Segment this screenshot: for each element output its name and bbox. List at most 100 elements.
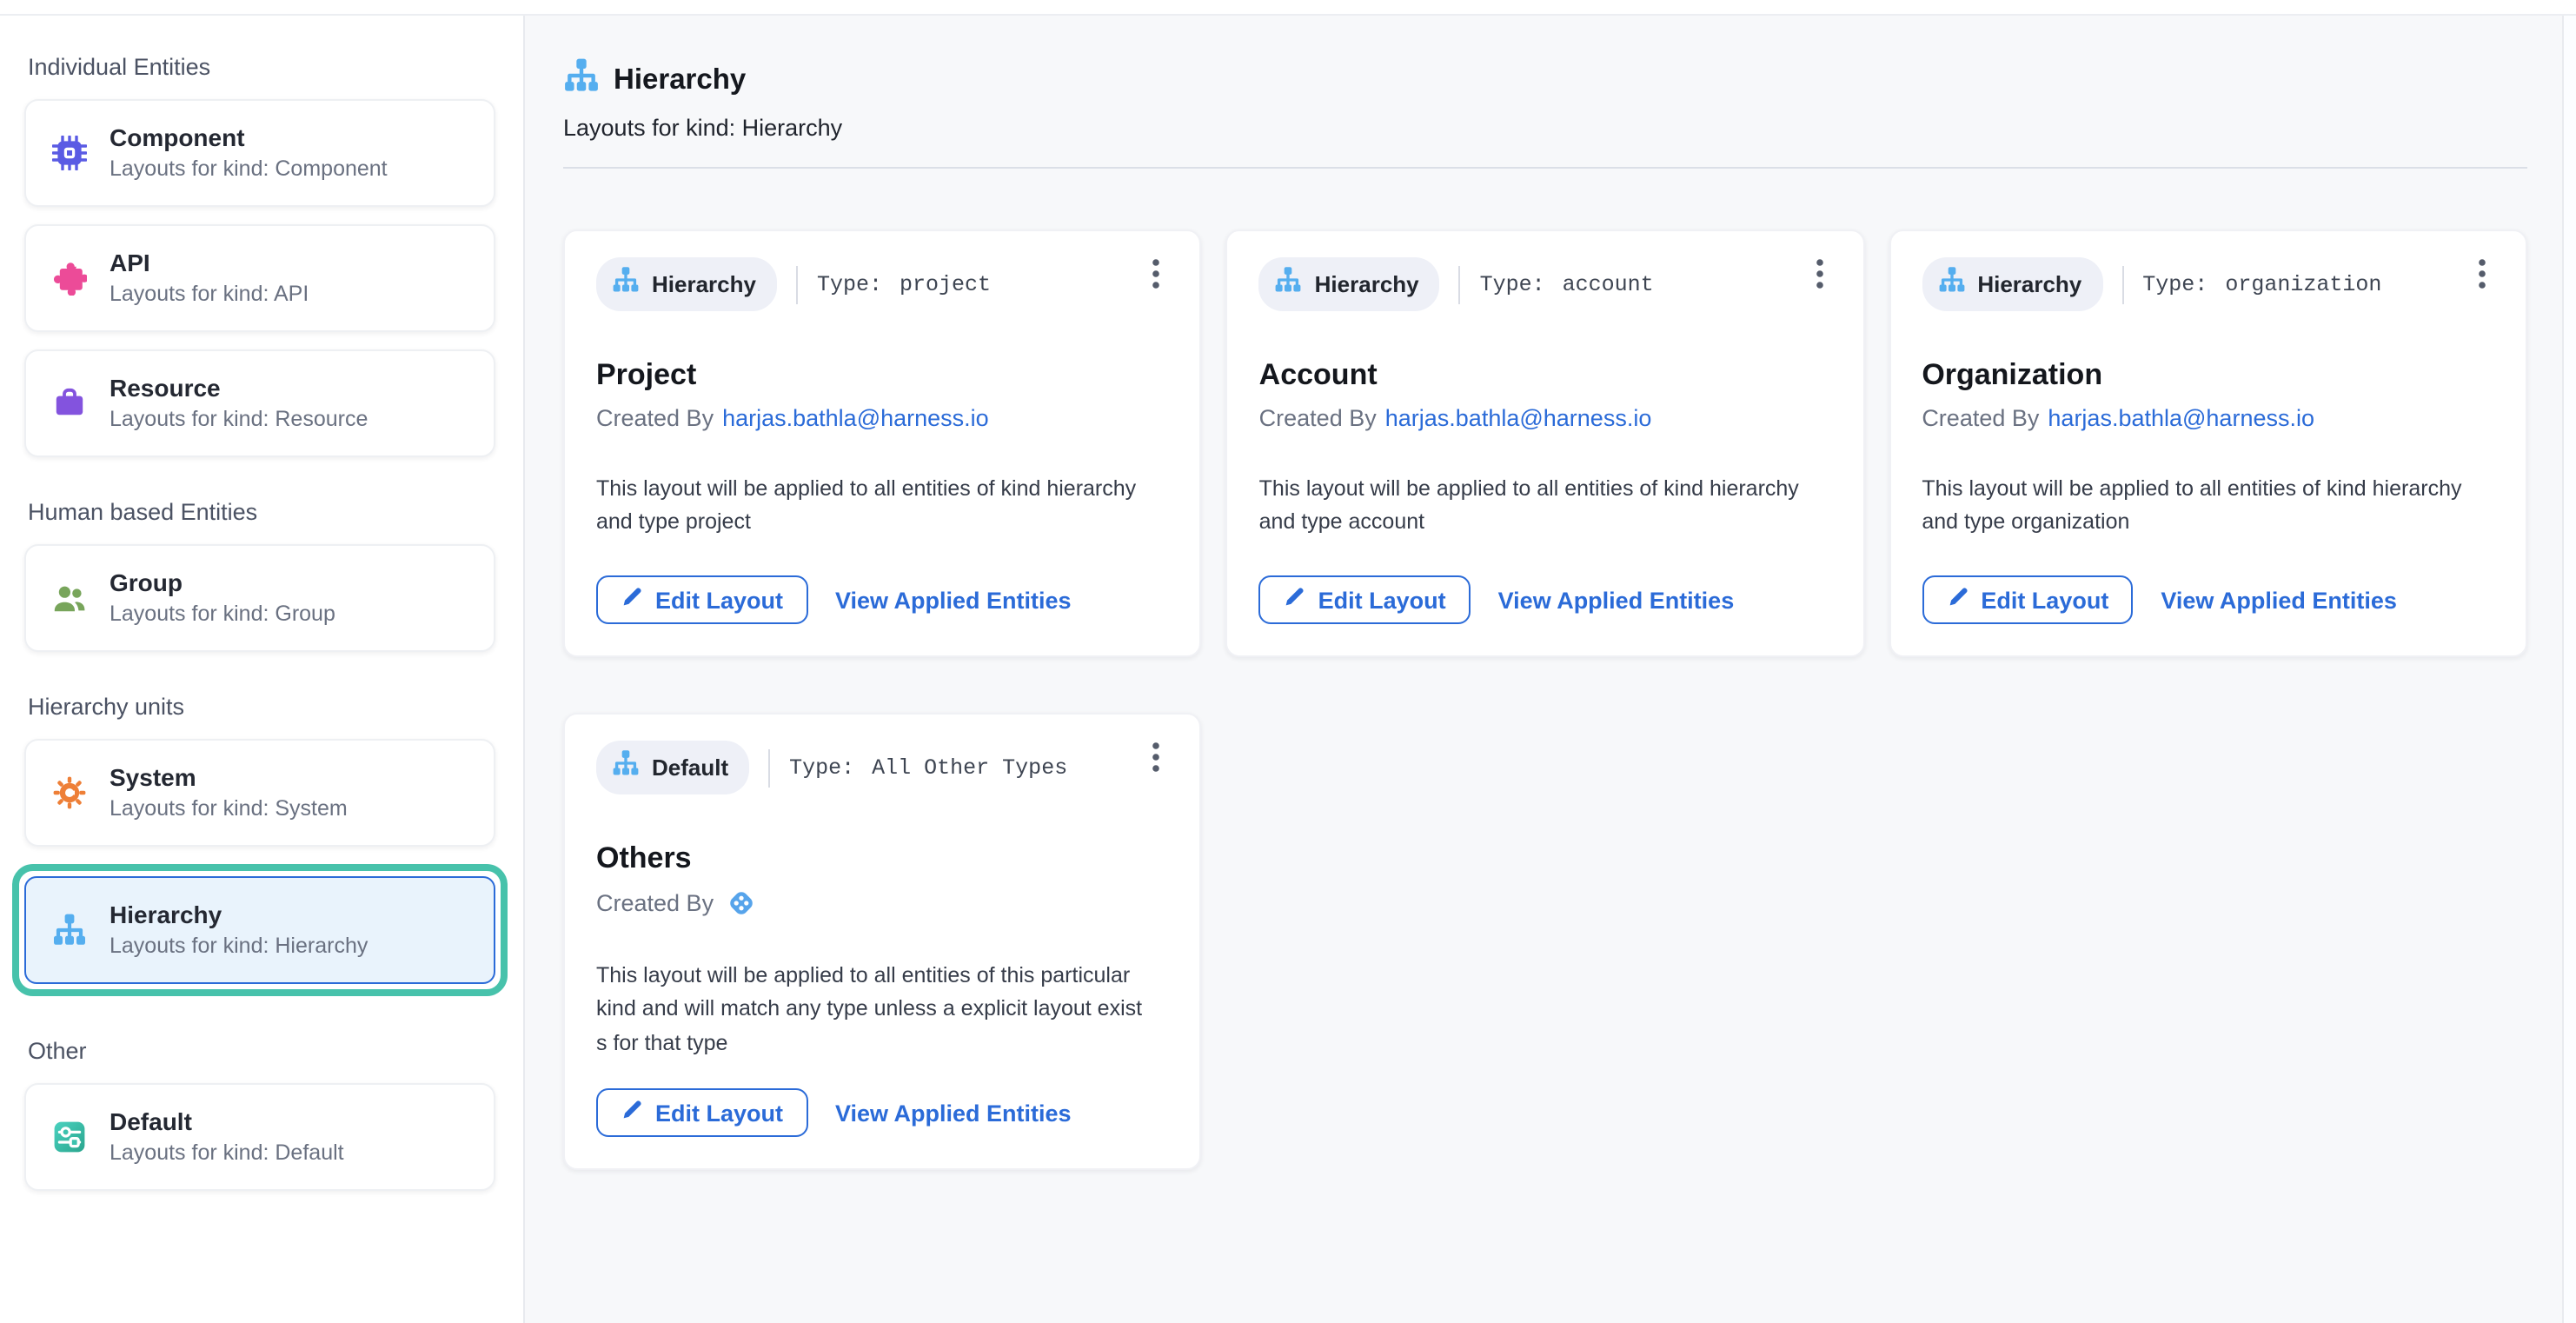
sidebar-item-group[interactable]: Group Layouts for kind: Group xyxy=(24,544,495,652)
entity-kinds-sidebar: Individual Entities Component Layouts fo… xyxy=(0,16,525,1323)
sliders-icon xyxy=(52,1120,87,1154)
sidebar-section-label: Other xyxy=(28,1038,492,1064)
puzzle-icon xyxy=(52,261,87,296)
type-text: Type:account xyxy=(1480,272,1654,296)
card-description: This layout will be applied to all entit… xyxy=(596,473,1169,541)
created-by-link[interactable]: harjas.bathla@harness.io xyxy=(722,405,989,431)
sidebar-item-subtitle: Layouts for kind: Default xyxy=(110,1140,344,1167)
sitemap-icon xyxy=(1937,266,1965,302)
card-menu-button[interactable] xyxy=(1800,252,1838,294)
component-chip-icon xyxy=(52,136,87,170)
card-title: Account xyxy=(1259,358,1832,393)
pencil-icon xyxy=(621,586,643,614)
badge-divider xyxy=(768,748,770,787)
sidebar-section-label: Human based Entities xyxy=(28,499,492,525)
sidebar-item-title: Component xyxy=(110,123,388,153)
sitemap-icon xyxy=(612,749,640,786)
edit-layout-button[interactable]: Edit Layout xyxy=(596,575,807,624)
pencil-icon xyxy=(1946,586,1969,614)
page-title: Hierarchy xyxy=(614,63,746,96)
sitemap-icon xyxy=(1275,266,1303,302)
type-text: Type:All Other Types xyxy=(789,755,1067,780)
sidebar-item-title: Default xyxy=(110,1107,344,1137)
layout-card-others: Default Type:All Other Types Others Crea… xyxy=(563,713,1202,1170)
kind-badge: Default xyxy=(596,741,749,794)
card-description: This layout will be applied to all entit… xyxy=(596,960,1169,1060)
created-by-link[interactable]: harjas.bathla@harness.io xyxy=(2048,405,2314,431)
sitemap-icon xyxy=(52,913,87,947)
card-menu-button[interactable] xyxy=(1138,735,1176,777)
sidebar-item-api[interactable]: API Layouts for kind: API xyxy=(24,224,495,332)
sidebar-item-title: Group xyxy=(110,568,335,598)
badge-divider xyxy=(796,265,798,303)
sitemap-icon xyxy=(612,266,640,302)
sidebar-item-title: Hierarchy xyxy=(110,901,368,930)
top-bar xyxy=(0,0,2576,16)
kind-badge: Hierarchy xyxy=(1259,257,1440,311)
main-header: Hierarchy Layouts for kind: Hierarchy xyxy=(563,57,2527,169)
created-by-label: Created By xyxy=(596,405,714,431)
sidebar-item-subtitle: Layouts for kind: Resource xyxy=(110,407,368,433)
content-row: Individual Entities Component Layouts fo… xyxy=(0,16,2576,1323)
card-menu-button[interactable] xyxy=(2463,252,2501,294)
sidebar-item-subtitle: Layouts for kind: System xyxy=(110,796,348,822)
kind-badge: Hierarchy xyxy=(596,257,777,311)
app-root: Individual Entities Component Layouts fo… xyxy=(0,0,2576,1323)
view-applied-entities-link[interactable]: View Applied Entities xyxy=(835,587,1072,613)
kind-badge-label: Default xyxy=(652,755,728,781)
pencil-icon xyxy=(621,1099,643,1127)
gear-icon xyxy=(52,775,87,810)
card-title: Project xyxy=(596,358,1169,393)
kind-badge-label: Hierarchy xyxy=(652,271,756,297)
harness-logo-icon xyxy=(722,888,755,918)
main-panel: Hierarchy Layouts for kind: Hierarchy Hi… xyxy=(525,16,2562,1323)
card-description: This layout will be applied to all entit… xyxy=(1259,473,1832,541)
sidebar-item-subtitle: Layouts for kind: Group xyxy=(110,602,335,628)
card-title: Organization xyxy=(1922,358,2494,393)
sidebar-item-hierarchy[interactable]: Hierarchy Layouts for kind: Hierarchy xyxy=(24,876,495,984)
layout-card-account: Hierarchy Type:account Account Created B… xyxy=(1226,229,1865,657)
sidebar-item-subtitle: Layouts for kind: Component xyxy=(110,156,388,183)
sidebar-item-resource[interactable]: Resource Layouts for kind: Resource xyxy=(24,349,495,457)
sidebar-item-subtitle: Layouts for kind: API xyxy=(110,282,309,308)
selected-item-ring: Hierarchy Layouts for kind: Hierarchy xyxy=(12,864,508,996)
sidebar-item-default[interactable]: Default Layouts for kind: Default xyxy=(24,1083,495,1191)
layout-card-project: Hierarchy Type:project Project Created B… xyxy=(563,229,1202,657)
layout-card-organization: Hierarchy Type:organization Organization… xyxy=(1889,229,2527,657)
type-text: Type:organization xyxy=(2142,272,2381,296)
header-divider xyxy=(563,167,2527,169)
briefcase-icon xyxy=(52,386,87,421)
created-by-label: Created By xyxy=(1259,405,1377,431)
view-applied-entities-link[interactable]: View Applied Entities xyxy=(835,1100,1072,1126)
group-people-icon xyxy=(52,581,87,615)
scrollbar[interactable] xyxy=(2562,16,2576,1323)
kind-badge-label: Hierarchy xyxy=(1315,271,1419,297)
badge-divider xyxy=(1459,265,1461,303)
sidebar-section-label: Individual Entities xyxy=(28,54,492,80)
edit-layout-button[interactable]: Edit Layout xyxy=(1259,575,1471,624)
sidebar-item-title: API xyxy=(110,249,309,278)
pencil-icon xyxy=(1284,586,1306,614)
sidebar-item-title: Resource xyxy=(110,374,368,403)
sidebar-item-component[interactable]: Component Layouts for kind: Component xyxy=(24,99,495,207)
created-by-label: Created By xyxy=(1922,405,2039,431)
card-title: Others xyxy=(596,841,1169,876)
page-subtitle: Layouts for kind: Hierarchy xyxy=(563,115,2527,141)
sidebar-section-label: Hierarchy units xyxy=(28,694,492,720)
type-text: Type:project xyxy=(817,272,991,296)
edit-layout-button[interactable]: Edit Layout xyxy=(596,1088,807,1137)
sidebar-item-title: System xyxy=(110,763,348,793)
created-by-label: Created By xyxy=(596,890,714,916)
edit-layout-button[interactable]: Edit Layout xyxy=(1922,575,2133,624)
sitemap-icon xyxy=(563,57,600,103)
kind-badge: Hierarchy xyxy=(1922,257,2102,311)
card-description: This layout will be applied to all entit… xyxy=(1922,473,2494,541)
badge-divider xyxy=(2121,265,2123,303)
sidebar-item-system[interactable]: System Layouts for kind: System xyxy=(24,739,495,847)
created-by-link[interactable]: harjas.bathla@harness.io xyxy=(1385,405,1652,431)
card-menu-button[interactable] xyxy=(1138,252,1176,294)
kind-badge-label: Hierarchy xyxy=(1977,271,2081,297)
view-applied-entities-link[interactable]: View Applied Entities xyxy=(2161,587,2397,613)
view-applied-entities-link[interactable]: View Applied Entities xyxy=(1498,587,1735,613)
sidebar-item-subtitle: Layouts for kind: Hierarchy xyxy=(110,934,368,960)
